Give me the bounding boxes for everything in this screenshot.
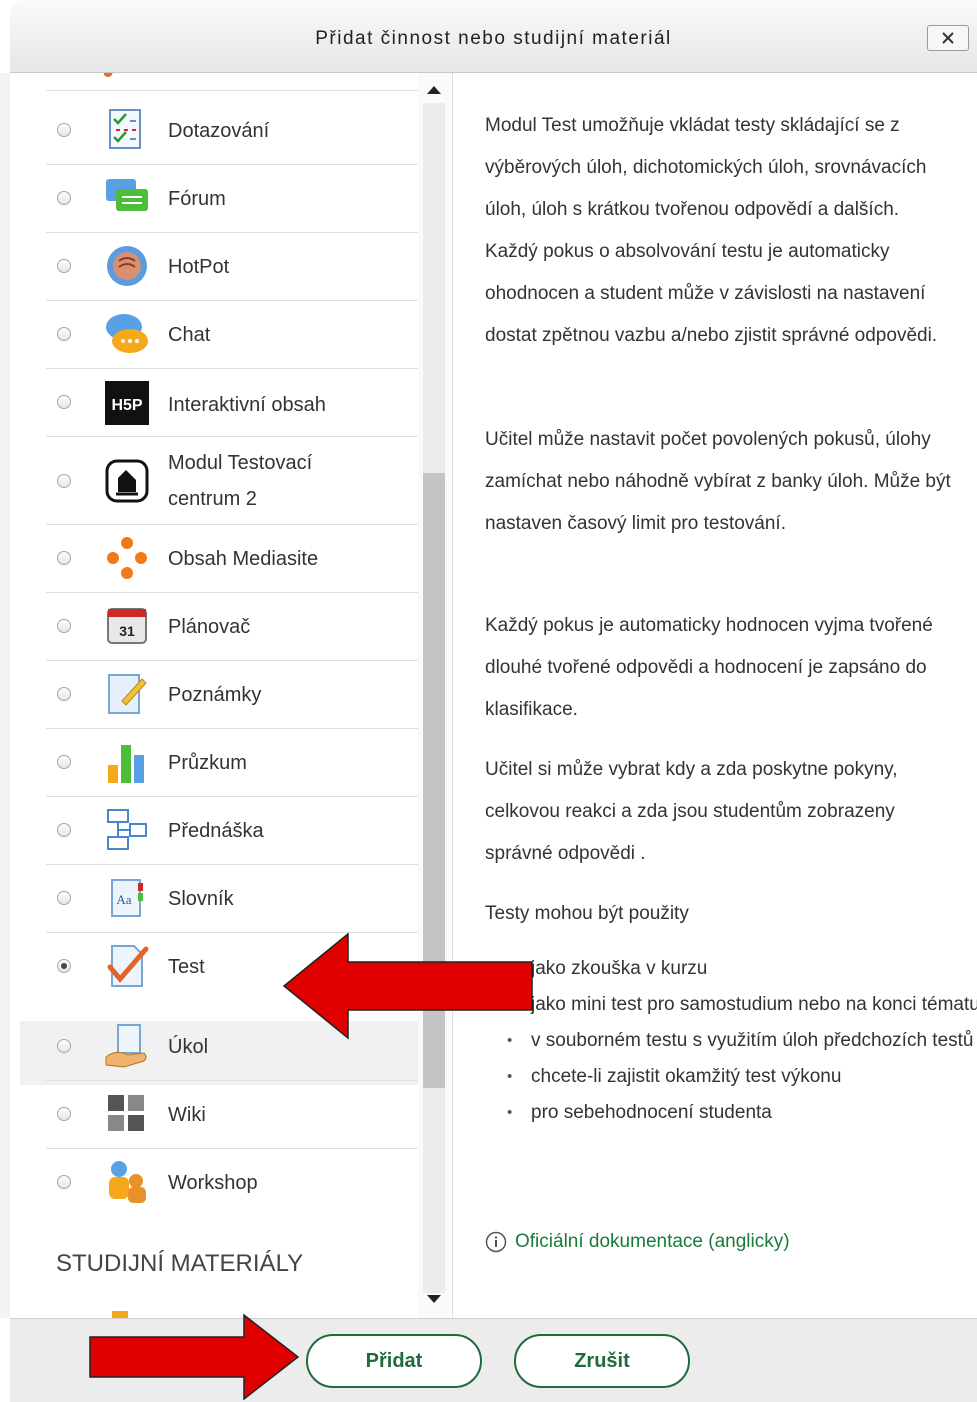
module-item-lesson[interactable]: Přednáška	[46, 797, 418, 865]
help-paragraph: Učitel může nastavit počet povolených po…	[485, 429, 951, 534]
radio-button[interactable]	[57, 891, 71, 905]
list-item: pro sebehodnocení studenta	[507, 1095, 977, 1131]
wiki-icon	[106, 1093, 148, 1135]
scheduler-icon: 31	[107, 608, 147, 644]
module-label: Workshop	[168, 1172, 258, 1194]
svg-text:31: 31	[119, 623, 135, 639]
glossary-icon: Aa	[111, 879, 143, 917]
scroll-down-arrow[interactable]	[427, 1295, 441, 1303]
dialog-titlebar: Přidat činnost nebo studijní materiál	[10, 0, 977, 73]
module-label: Plánovač	[168, 616, 251, 638]
radio-button[interactable]	[57, 1107, 71, 1121]
svg-text:H5P: H5P	[111, 397, 142, 414]
module-label: HotPot	[168, 256, 230, 278]
cancel-button[interactable]: Zrušit	[514, 1334, 690, 1388]
divider	[46, 90, 418, 91]
chat-icon	[106, 314, 148, 353]
assignment-icon	[105, 1024, 147, 1068]
radio-button[interactable]	[57, 551, 71, 565]
module-item-workshop[interactable]: Workshop	[46, 1149, 418, 1221]
module-label: Modul Testovací centrum 2	[168, 452, 313, 510]
list-item: chcete-li zajistit okamžitý test výkonu	[507, 1059, 977, 1095]
notes-icon	[108, 674, 147, 714]
module-label: Test	[168, 956, 205, 978]
module-item-scheduler[interactable]: 31 Plánovač	[46, 593, 418, 661]
radio-button-checked[interactable]	[57, 959, 71, 973]
radio-button[interactable]	[57, 259, 71, 273]
radio-button[interactable]	[57, 123, 71, 137]
module-label: Fórum	[168, 188, 226, 210]
help-paragraph: Učitel si může vybrat kdy a zda poskytne…	[485, 759, 898, 864]
module-item-feedback[interactable]: Dotazování	[46, 97, 418, 165]
scroll-up-arrow[interactable]	[427, 86, 441, 94]
help-paragraph: Testy mohou být použity	[485, 903, 689, 924]
documentation-link[interactable]: Oficiální dokumentace (anglicky)	[485, 1231, 790, 1253]
radio-button[interactable]	[57, 755, 71, 769]
module-label: Přednáška	[168, 820, 264, 842]
svg-text:Aa: Aa	[116, 892, 131, 907]
dialog-title: Přidat činnost nebo studijní materiál	[315, 28, 672, 49]
list-item: jako mini test pro samostudium nebo na k…	[507, 987, 977, 1023]
add-button[interactable]: Přidat	[306, 1334, 482, 1388]
workshop-icon	[109, 1161, 146, 1203]
module-help-panel: Modul Test umožňuje vkládat testy skláda…	[452, 73, 977, 1318]
radio-button[interactable]	[57, 687, 71, 701]
radio-button[interactable]	[57, 619, 71, 633]
left-edge	[0, 73, 10, 1318]
close-button[interactable]	[927, 25, 969, 51]
annotation-arrow-add	[89, 1313, 300, 1401]
lesson-icon	[107, 809, 147, 850]
forum-icon	[106, 179, 148, 211]
radio-button[interactable]	[57, 1039, 71, 1053]
module-item-h5p[interactable]: H5P Interaktivní obsah	[46, 369, 418, 437]
close-icon	[942, 32, 954, 44]
module-label: Úkol	[168, 1036, 209, 1058]
help-paragraph: Každý pokus je automaticky hodnocen vyjm…	[485, 615, 933, 720]
module-item-chat[interactable]: Chat	[46, 301, 418, 369]
module-item-glossary[interactable]: Aa Slovník	[46, 865, 418, 933]
radio-button[interactable]	[57, 823, 71, 837]
module-label: Chat	[168, 324, 211, 346]
list-item: jako zkouška v kurzu	[507, 951, 977, 987]
module-item-survey[interactable]: Průzkum	[46, 729, 418, 797]
module-item-forum[interactable]: Fórum	[46, 165, 418, 233]
scrollbar[interactable]	[418, 73, 450, 1318]
module-label: Wiki	[168, 1104, 206, 1126]
module-item-mediasite[interactable]: Obsah Mediasite	[46, 525, 418, 593]
module-item-testing-centre[interactable]: Modul Testovací centrum 2	[46, 437, 418, 525]
module-label: Průzkum	[168, 752, 247, 774]
module-item-notes[interactable]: Poznámky	[46, 661, 418, 729]
resources-section-heading: STUDIJNÍ MATERIÁLY	[56, 1250, 304, 1277]
radio-button[interactable]	[57, 1175, 71, 1189]
module-label: Dotazování	[168, 120, 270, 142]
module-label: Interaktivní obsah	[168, 394, 326, 416]
partial-icon-top	[104, 73, 113, 77]
module-item-hotpot[interactable]: HotPot	[46, 233, 418, 301]
radio-button[interactable]	[57, 474, 71, 488]
survey-icon	[108, 745, 144, 783]
module-item-wiki[interactable]: Wiki	[46, 1081, 418, 1149]
uses-list: jako zkouška v kurzu jako mini test pro …	[485, 951, 977, 1131]
help-paragraph: Modul Test umožňuje vkládat testy skláda…	[485, 115, 938, 346]
list-item: v souborném testu s využitím úloh předch…	[507, 1023, 977, 1059]
radio-button[interactable]	[57, 191, 71, 205]
module-label: Poznámky	[168, 684, 262, 706]
module-list: Dotazování Fórum HotPot Chat H5P Interak…	[10, 73, 450, 1318]
hotpot-icon	[107, 246, 147, 286]
testing-centre-icon	[105, 459, 149, 503]
mediasite-icon	[107, 537, 147, 579]
add-activity-dialog: Přidat činnost nebo studijní materiál Do…	[0, 0, 977, 1402]
annotation-arrow-test	[282, 932, 533, 1040]
module-label: Slovník	[168, 888, 234, 910]
quiz-icon	[107, 945, 149, 987]
feedback-icon	[109, 109, 141, 149]
radio-button[interactable]	[57, 327, 71, 341]
radio-button[interactable]	[57, 395, 71, 409]
info-icon	[485, 1231, 507, 1253]
documentation-link-text[interactable]: Oficiální dokumentace (anglicky)	[515, 1231, 790, 1253]
h5p-icon: H5P	[105, 381, 149, 425]
module-label: Obsah Mediasite	[168, 548, 319, 570]
